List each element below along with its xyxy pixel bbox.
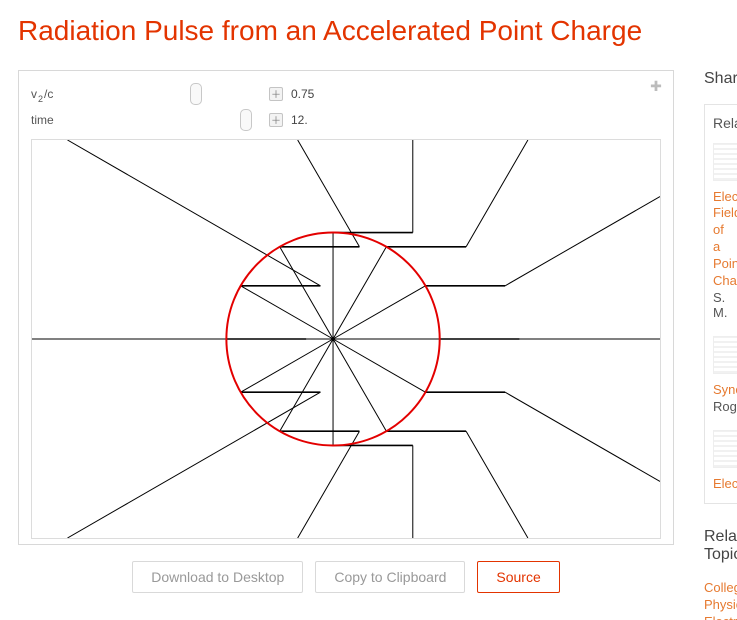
page-title: Radiation Pulse from an Accelerated Poin…: [0, 0, 737, 70]
related-thumb-1[interactable]: [713, 143, 737, 181]
related-box: Related Electric Field of a Point Charge…: [704, 104, 737, 504]
download-button[interactable]: Download to Desktop: [132, 561, 303, 593]
demo-panel: ✚ v2/c ＋ 0.75 time ＋ 12.: [18, 70, 674, 545]
related-heading: Related: [713, 115, 729, 131]
topic-link-1[interactable]: College Physics: [704, 580, 737, 614]
share-heading: Share: [704, 70, 737, 88]
action-row: Download to Desktop Copy to Clipboard So…: [18, 545, 674, 603]
slider-time[interactable]: [155, 111, 263, 129]
control-v2c: v2/c ＋ 0.75: [31, 81, 661, 107]
related-thumb-2[interactable]: [713, 336, 737, 374]
control-v2c-label: v2/c: [31, 87, 149, 101]
slider-v2c[interactable]: [155, 85, 263, 103]
expand-icon[interactable]: ✚: [649, 79, 663, 93]
control-time: time ＋ 12.: [31, 107, 661, 133]
related-author-1: S. M.: [713, 290, 729, 320]
source-button[interactable]: Source: [477, 561, 559, 593]
related-link-1[interactable]: Electric Field of a Point Charge: [713, 189, 729, 290]
step-v2c-plus-icon[interactable]: ＋: [269, 87, 283, 101]
control-v2c-value: 0.75: [291, 87, 314, 101]
step-time-plus-icon[interactable]: ＋: [269, 113, 283, 127]
related-topics-heading: Related Topics: [704, 528, 737, 564]
topic-link-2[interactable]: Electricity: [704, 614, 737, 620]
radiation-plot: [31, 139, 661, 539]
control-time-label: time: [31, 113, 149, 127]
control-time-value: 12.: [291, 113, 308, 127]
slider-time-knob[interactable]: [240, 109, 252, 131]
slider-v2c-knob[interactable]: [190, 83, 202, 105]
related-link-3[interactable]: Electromagnetic: [713, 476, 729, 493]
copy-button[interactable]: Copy to Clipboard: [315, 561, 465, 593]
related-thumb-3[interactable]: [713, 430, 737, 468]
related-link-2[interactable]: Synchrotron: [713, 382, 729, 399]
sidebar: Share Related Electric Field of a Point …: [704, 70, 737, 620]
related-author-2: Rog: [713, 399, 729, 414]
